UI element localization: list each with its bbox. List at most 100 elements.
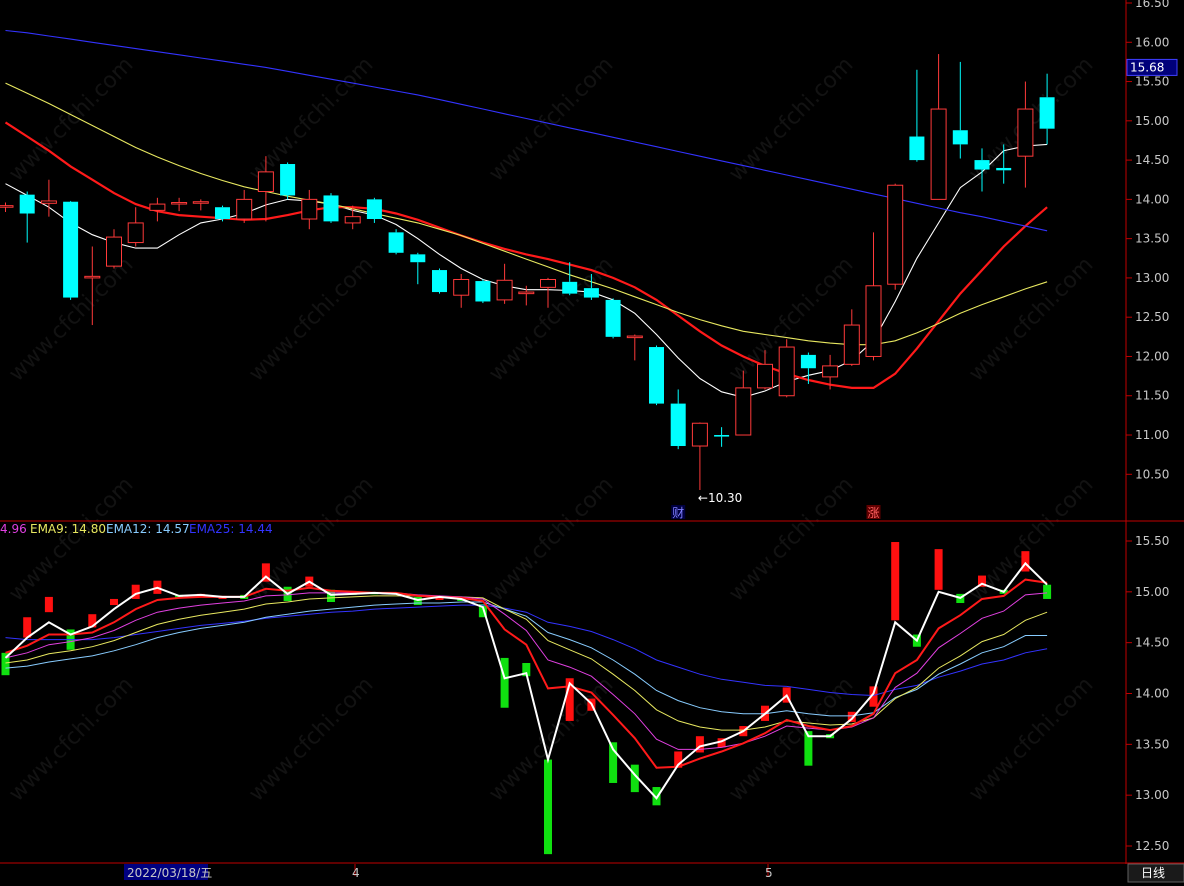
candle-body	[865, 285, 882, 357]
candle-body	[996, 167, 1012, 171]
legend-item-ema25: EMA25: 14.44	[189, 522, 273, 536]
candle-body	[583, 288, 599, 298]
y-tick-label: 11.00	[1135, 428, 1169, 442]
candle[interactable]	[605, 298, 621, 339]
candle-body	[496, 279, 513, 301]
legend-item-ema12: EMA12: 14.57	[106, 522, 190, 536]
candle-body	[518, 291, 535, 295]
candle-body	[670, 403, 686, 447]
candle-body	[280, 164, 296, 196]
candle-body	[822, 365, 839, 378]
candle-body	[19, 194, 35, 214]
ema-bar[interactable]	[934, 549, 943, 590]
event-marker-label: 涨	[868, 505, 880, 520]
candle-body	[40, 200, 57, 204]
candle[interactable]	[649, 345, 664, 406]
y-tick-label: 16.50	[1135, 0, 1169, 10]
candle[interactable]	[887, 183, 904, 290]
low-price-annotation: ←10.30	[698, 491, 742, 505]
y-tick-label: 12.50	[1135, 310, 1169, 324]
candle-body	[127, 222, 144, 244]
candle-body	[562, 281, 578, 294]
candle[interactable]	[475, 279, 491, 304]
candle-body	[410, 254, 426, 263]
candle-body	[887, 184, 904, 285]
candle-body	[323, 195, 339, 222]
y-tick-label: 14.00	[1135, 687, 1169, 701]
ema-bar[interactable]	[110, 598, 118, 606]
candle-body	[1017, 108, 1034, 157]
y-tick-label: 14.00	[1135, 192, 1169, 206]
candle-body	[84, 275, 101, 279]
date-label: 2022/03/18/五	[127, 866, 212, 880]
candle-body	[778, 346, 795, 397]
y-tick-label: 15.00	[1135, 585, 1169, 599]
event-marker-label: 财	[672, 506, 684, 520]
candle-body	[149, 203, 166, 211]
candle-body	[540, 278, 556, 288]
current-price-label: 15.68	[1130, 60, 1164, 74]
ema-legend: 4.96 EMA9: 14.80 EMA12: 14.57 EMA25: 14.…	[0, 522, 273, 536]
candle-body	[626, 335, 643, 339]
candle-body	[432, 270, 447, 293]
candle-body	[366, 199, 382, 220]
y-tick-label: 10.50	[1135, 467, 1169, 481]
ema-bar[interactable]	[891, 542, 900, 621]
candle-body	[605, 299, 621, 337]
y-tick-label: 13.50	[1135, 232, 1169, 246]
candle-body	[1039, 97, 1055, 129]
candle-body	[171, 202, 188, 205]
candle-body	[301, 198, 318, 220]
candle-body	[735, 387, 752, 436]
candle-body	[691, 422, 708, 447]
candle-body	[649, 347, 664, 404]
legend-item-1: 4.96	[0, 522, 27, 536]
ema-bar[interactable]	[44, 596, 53, 613]
candle-body	[974, 160, 990, 170]
candle-body	[63, 201, 79, 298]
y-tick-label: 12.00	[1135, 349, 1169, 363]
candle-body	[952, 130, 968, 145]
y-tick-label: 14.50	[1135, 636, 1169, 650]
candle-body	[106, 236, 122, 267]
candle-body	[192, 201, 209, 204]
month-label-4: 4	[352, 866, 360, 880]
candle-body	[757, 363, 773, 389]
candle[interactable]	[388, 229, 404, 255]
candle-body	[215, 207, 230, 220]
candle-body	[800, 354, 816, 369]
y-tick-label: 11.50	[1135, 389, 1169, 403]
candle-body	[453, 278, 470, 296]
ema-bar[interactable]	[544, 759, 552, 855]
period-label: 日线	[1141, 866, 1165, 880]
ema-bar[interactable]	[1043, 584, 1052, 599]
candle-body	[930, 108, 947, 200]
y-tick-label: 13.00	[1135, 788, 1169, 802]
y-tick-label: 12.50	[1135, 839, 1169, 853]
stock-chart: www.cfchi.com www.cfchi.com www.cfchi.com w…	[0, 0, 1184, 886]
y-tick-label: 13.00	[1135, 271, 1169, 285]
y-tick-label: 13.50	[1135, 737, 1169, 751]
candle-body	[257, 171, 274, 193]
candle[interactable]	[323, 193, 339, 223]
candle-body	[344, 216, 361, 224]
candle-body	[236, 198, 253, 220]
y-tick-label: 15.50	[1135, 75, 1169, 89]
y-tick-label: 16.00	[1135, 35, 1169, 49]
candle[interactable]	[63, 200, 79, 300]
y-tick-label: 15.50	[1135, 534, 1169, 548]
candle[interactable]	[778, 339, 795, 398]
y-tick-label: 15.00	[1135, 114, 1169, 128]
candle-body	[388, 232, 404, 253]
y-tick-label: 14.50	[1135, 153, 1169, 167]
candle-body	[714, 435, 730, 437]
candle-body	[843, 324, 860, 365]
legend-item-ema9: EMA9: 14.80	[30, 522, 106, 536]
candle-body	[909, 136, 925, 161]
candle[interactable]	[280, 162, 296, 200]
candle[interactable]	[432, 268, 447, 294]
candle-body	[0, 205, 14, 208]
candle-body	[475, 281, 491, 302]
month-label-5: 5	[765, 866, 773, 880]
ema-bar[interactable]	[500, 657, 509, 708]
